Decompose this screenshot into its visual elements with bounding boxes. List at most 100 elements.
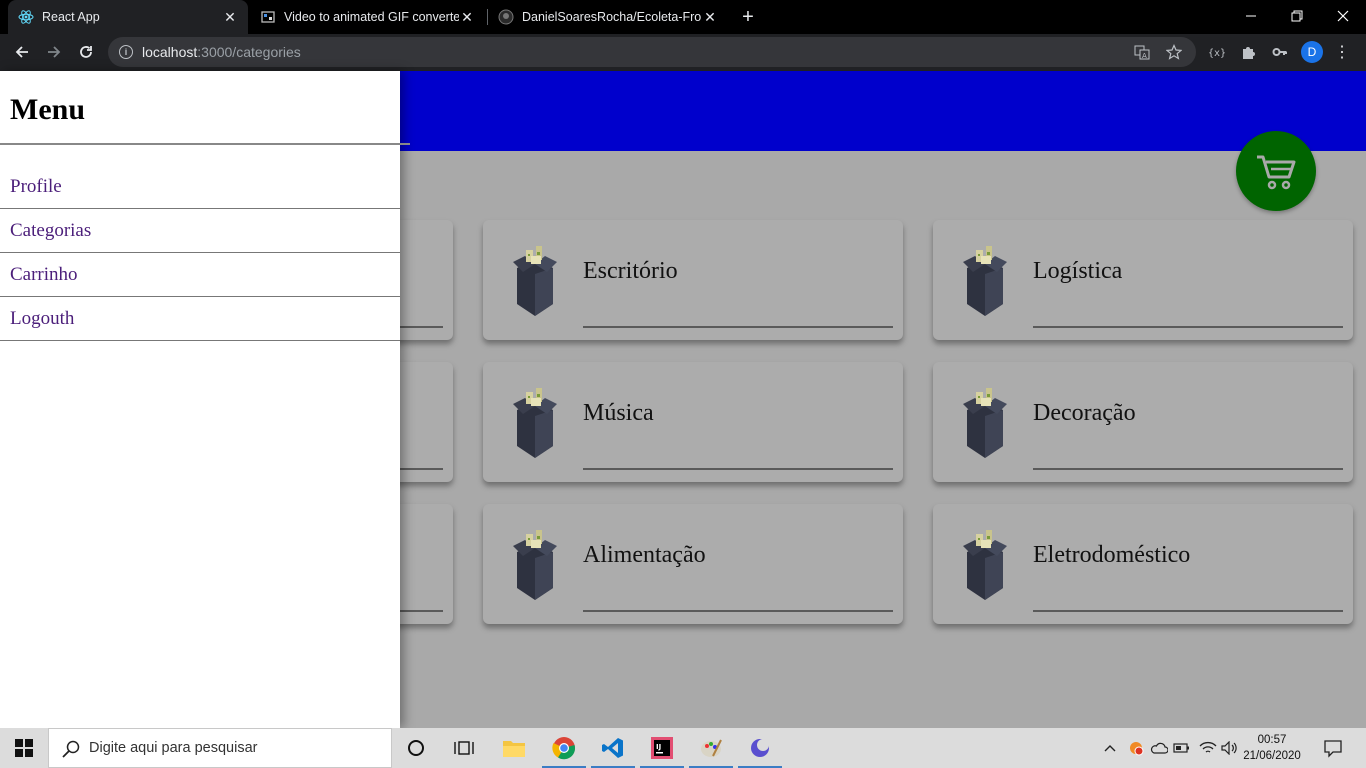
category-card-escritorio[interactable]: Escritório bbox=[483, 220, 903, 340]
card-underline bbox=[583, 468, 893, 470]
browser-menu-icon[interactable]: ⋮ bbox=[1334, 41, 1350, 63]
wifi-icon[interactable] bbox=[1198, 738, 1218, 758]
windows-taskbar: Digite aqui para pesquisar IJ 00:57 21/0… bbox=[0, 728, 1366, 768]
tab-title: Video to animated GIF converter bbox=[284, 10, 459, 24]
notification-center-icon[interactable] bbox=[1322, 737, 1344, 759]
info-icon[interactable]: i bbox=[119, 45, 133, 59]
chevron-up-icon[interactable] bbox=[1100, 738, 1120, 758]
task-view-icon bbox=[454, 741, 474, 755]
paint-taskbar-button[interactable] bbox=[687, 728, 735, 768]
app-taskbar-button[interactable] bbox=[736, 728, 784, 768]
box-icon bbox=[963, 530, 1007, 600]
puzzle-extensions-icon[interactable] bbox=[1238, 42, 1258, 62]
card-underline bbox=[1033, 468, 1343, 470]
battery-icon[interactable] bbox=[1172, 738, 1192, 758]
card-underline bbox=[583, 610, 893, 612]
close-tab-icon[interactable]: ✕ bbox=[702, 9, 718, 25]
cortana-circle-icon bbox=[408, 740, 424, 756]
menu-item-profile[interactable]: Profile bbox=[0, 165, 400, 209]
profile-avatar[interactable]: D bbox=[1301, 41, 1323, 63]
menu-divider bbox=[0, 143, 410, 145]
reload-icon bbox=[80, 46, 92, 58]
clock-time: 00:57 bbox=[1257, 734, 1287, 746]
intellij-icon: IJ bbox=[651, 737, 673, 759]
category-label: Música bbox=[583, 400, 654, 426]
close-window-button[interactable] bbox=[1320, 0, 1366, 32]
tab-github[interactable]: DanielSoaresRocha/Ecoleta-Front ✕ bbox=[488, 0, 728, 34]
menu-item-carrinho[interactable]: Carrinho bbox=[0, 253, 400, 297]
url-host: localhost bbox=[142, 44, 198, 60]
search-placeholder: Digite aqui para pesquisar bbox=[89, 740, 258, 756]
close-tab-icon[interactable]: ✕ bbox=[222, 9, 238, 25]
key-passwords-icon[interactable] bbox=[1270, 42, 1290, 62]
start-button[interactable] bbox=[0, 728, 48, 768]
box-icon bbox=[513, 388, 557, 458]
svg-text:{x}: {x} bbox=[1208, 48, 1225, 59]
file-explorer-button[interactable] bbox=[490, 728, 538, 768]
clock-date: 21/06/2020 bbox=[1243, 750, 1301, 762]
category-label: Alimentação bbox=[583, 542, 706, 568]
taskbar-search-box[interactable]: Digite aqui para pesquisar bbox=[48, 728, 392, 768]
vscode-taskbar-button[interactable] bbox=[589, 728, 637, 768]
chrome-taskbar-button[interactable] bbox=[540, 728, 588, 768]
browser-toolbar: i localhost:3000/categories A {x} D ⋮ bbox=[0, 34, 1366, 71]
moon-app-icon bbox=[751, 739, 769, 757]
github-icon bbox=[498, 9, 514, 25]
tab-title: React App bbox=[42, 10, 100, 24]
ezgif-icon bbox=[260, 9, 276, 25]
tab-title: DanielSoaresRocha/Ecoleta-Front bbox=[522, 10, 702, 24]
category-label: Eletrodoméstico bbox=[1033, 542, 1191, 568]
chrome-icon bbox=[552, 737, 576, 760]
browser-tab-strip: React App ✕ Video to animated GIF conver… bbox=[0, 0, 1366, 34]
arrow-right-icon bbox=[48, 46, 61, 58]
card-underline bbox=[583, 326, 893, 328]
menu-item-logout[interactable]: Logouth bbox=[0, 297, 400, 341]
minimize-button[interactable] bbox=[1228, 0, 1274, 32]
address-bar[interactable]: i localhost:3000/categories A bbox=[108, 37, 1196, 67]
reload-button[interactable] bbox=[72, 38, 100, 66]
box-icon bbox=[963, 246, 1007, 316]
category-card-decoracao[interactable]: Decoração bbox=[933, 362, 1353, 482]
tab-gif-converter[interactable]: Video to animated GIF converter ✕ bbox=[250, 0, 485, 34]
onedrive-cloud-icon[interactable] bbox=[1149, 738, 1169, 758]
svg-text:A: A bbox=[1142, 52, 1147, 60]
cortana-button[interactable] bbox=[392, 728, 440, 768]
arrow-left-icon bbox=[15, 46, 28, 58]
close-tab-icon[interactable]: ✕ bbox=[459, 9, 475, 25]
vscode-icon bbox=[602, 738, 623, 758]
volume-icon[interactable] bbox=[1220, 738, 1240, 758]
new-tab-button[interactable]: + bbox=[736, 5, 760, 29]
translate-icon[interactable]: A bbox=[1134, 44, 1150, 60]
restore-button[interactable] bbox=[1274, 0, 1320, 32]
tab-react-app[interactable]: React App ✕ bbox=[8, 0, 248, 34]
system-clock[interactable]: 00:57 21/06/2020 bbox=[1242, 732, 1302, 764]
cart-button[interactable] bbox=[1236, 131, 1316, 211]
extension-brackets-icon[interactable]: {x} bbox=[1206, 42, 1226, 62]
category-label: Escritório bbox=[583, 258, 678, 284]
side-menu-drawer: Menu Profile Categorias Carrinho Logouth bbox=[0, 71, 410, 728]
search-icon bbox=[62, 740, 80, 758]
react-icon bbox=[18, 9, 34, 25]
category-card-alimentacao[interactable]: Alimentação bbox=[483, 504, 903, 624]
folder-icon bbox=[503, 741, 525, 757]
category-label: Decoração bbox=[1033, 400, 1136, 426]
url-path: :3000/categories bbox=[197, 44, 301, 60]
windows-logo-icon bbox=[15, 739, 33, 757]
box-icon bbox=[963, 388, 1007, 458]
box-icon bbox=[513, 246, 557, 316]
menu-list: Profile Categorias Carrinho Logouth bbox=[0, 165, 400, 341]
intellij-taskbar-button[interactable]: IJ bbox=[638, 728, 686, 768]
forward-button[interactable] bbox=[40, 38, 68, 66]
box-icon bbox=[513, 530, 557, 600]
menu-item-categorias[interactable]: Categorias bbox=[0, 209, 400, 253]
category-card-logistica[interactable]: Logística bbox=[933, 220, 1353, 340]
paint-palette-icon bbox=[701, 739, 722, 757]
avast-icon[interactable] bbox=[1126, 738, 1146, 758]
category-card-musica[interactable]: Música bbox=[483, 362, 903, 482]
task-view-button[interactable] bbox=[440, 728, 488, 768]
card-underline bbox=[1033, 326, 1343, 328]
category-card-eletrodomestico[interactable]: Eletrodoméstico bbox=[933, 504, 1353, 624]
svg-text:IJ: IJ bbox=[656, 743, 661, 751]
bookmark-star-icon[interactable] bbox=[1166, 44, 1182, 60]
back-button[interactable] bbox=[8, 38, 36, 66]
